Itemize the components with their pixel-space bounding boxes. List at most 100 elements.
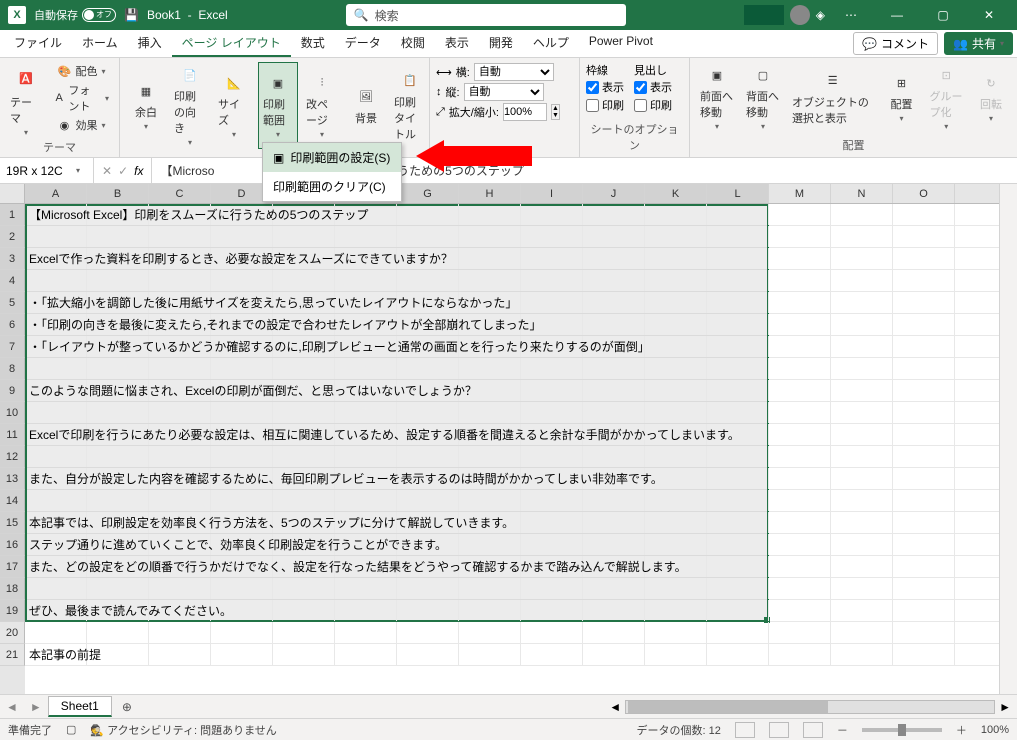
cell[interactable] [645, 204, 707, 225]
row-header[interactable]: 3 [0, 248, 25, 270]
cell[interactable]: また、自分が設定した内容を確認するために、毎回印刷プレビューを表示するのは時間が… [25, 468, 87, 489]
cell[interactable] [397, 402, 459, 423]
cell[interactable] [273, 270, 335, 291]
cell[interactable] [459, 578, 521, 599]
cell[interactable] [335, 490, 397, 511]
cell[interactable] [831, 490, 893, 511]
diamond-icon[interactable]: ◈ [816, 8, 825, 22]
cell[interactable] [335, 446, 397, 467]
cell[interactable] [893, 292, 955, 313]
cell[interactable]: 【Microsoft Excel】印刷をスムーズに行うための5つのステップ [25, 204, 87, 225]
selection-pane-button[interactable]: ☰オブジェクトの選択と表示 [788, 62, 878, 133]
cell[interactable] [521, 490, 583, 511]
cell[interactable] [25, 226, 87, 247]
cell[interactable] [769, 270, 831, 291]
scale-input[interactable] [503, 103, 547, 121]
cell[interactable] [149, 622, 211, 643]
background-button[interactable]: 🖼背景 [346, 62, 386, 149]
cell[interactable] [893, 380, 955, 401]
bring-forward-button[interactable]: ▣前面へ移動▾ [696, 62, 738, 133]
print-area-button[interactable]: ▣印刷範囲▾ [258, 62, 298, 149]
cell[interactable]: Excelで作った資料を印刷するとき、必要な設定をスムーズにできていますか？ [25, 248, 87, 269]
add-sheet-button[interactable]: ⊕ [112, 700, 142, 714]
cell[interactable] [211, 402, 273, 423]
col-header[interactable]: O [893, 184, 955, 203]
row-header[interactable]: 21 [0, 644, 25, 666]
headings-print-check[interactable]: 印刷 [634, 96, 672, 114]
cell[interactable] [831, 292, 893, 313]
cell[interactable] [707, 402, 769, 423]
cell[interactable] [645, 490, 707, 511]
cell[interactable] [831, 248, 893, 269]
cell[interactable] [87, 622, 149, 643]
row-header[interactable]: 2 [0, 226, 25, 248]
cell[interactable] [149, 270, 211, 291]
col-header[interactable]: I [521, 184, 583, 203]
cell[interactable] [273, 446, 335, 467]
cell[interactable]: ぜひ、最後まで読んでみてください。 [25, 600, 87, 621]
cell[interactable] [25, 358, 87, 379]
user-account[interactable] [744, 5, 784, 25]
cell[interactable] [583, 314, 645, 335]
accessibility-status[interactable]: 🕵 アクセシビリティ: 問題ありません [90, 722, 276, 738]
cell[interactable] [893, 424, 955, 445]
col-header[interactable]: H [459, 184, 521, 203]
cell[interactable] [893, 578, 955, 599]
page-break-view-button[interactable] [803, 722, 823, 738]
cell[interactable] [211, 226, 273, 247]
cell[interactable] [893, 600, 955, 621]
cell[interactable] [211, 622, 273, 643]
row-header[interactable]: 9 [0, 380, 25, 402]
name-box[interactable]: ▾ [0, 158, 94, 183]
avatar[interactable] [790, 5, 810, 25]
cell[interactable] [769, 314, 831, 335]
menu-tab-0[interactable]: ファイル [4, 30, 72, 57]
minimize-button[interactable]: — [877, 0, 917, 30]
scale-up[interactable]: ▲ [552, 105, 559, 112]
cell[interactable] [769, 644, 831, 665]
row-header[interactable]: 1 [0, 204, 25, 226]
cell[interactable] [893, 248, 955, 269]
headings-view-check[interactable]: 表示 [634, 78, 672, 96]
cell[interactable] [707, 556, 769, 577]
cell[interactable] [769, 248, 831, 269]
cell[interactable] [831, 314, 893, 335]
cell[interactable] [521, 644, 583, 665]
cell[interactable] [397, 600, 459, 621]
horizontal-scrollbar[interactable]: ◄ ► [142, 700, 1017, 714]
menu-tab-3[interactable]: ページ レイアウト [172, 30, 291, 57]
cell[interactable] [25, 402, 87, 423]
cell[interactable]: ・「印刷の向きを最後に変えたら,それまでの設定で合わせたレイアウトが全部崩れてし… [25, 314, 87, 335]
menu-tab-7[interactable]: 表示 [435, 30, 479, 57]
cell[interactable] [769, 226, 831, 247]
cell[interactable] [893, 556, 955, 577]
cell[interactable] [769, 402, 831, 423]
cell[interactable]: 本記事では、印刷設定を効率良く行う方法を、5つのステップに分けて解説していきます… [25, 512, 87, 533]
colors-button[interactable]: 🎨配色▾ [50, 62, 113, 80]
cell[interactable] [893, 512, 955, 533]
close-button[interactable]: ✕ [969, 0, 1009, 30]
cell[interactable] [459, 446, 521, 467]
cell[interactable] [87, 358, 149, 379]
cell[interactable] [459, 204, 521, 225]
normal-view-button[interactable] [735, 722, 755, 738]
cell[interactable] [707, 490, 769, 511]
cell[interactable] [397, 270, 459, 291]
cell[interactable] [459, 490, 521, 511]
cell[interactable] [583, 534, 645, 555]
cell[interactable] [397, 358, 459, 379]
cell[interactable] [273, 490, 335, 511]
cell[interactable] [831, 446, 893, 467]
cell[interactable] [521, 402, 583, 423]
cell[interactable] [397, 490, 459, 511]
height-select[interactable]: 自動 [464, 83, 544, 101]
cell[interactable] [645, 534, 707, 555]
cell[interactable] [831, 622, 893, 643]
menu-tab-10[interactable]: Power Pivot [579, 30, 663, 57]
gridlines-view-check[interactable]: 表示 [586, 78, 624, 96]
row-header[interactable]: 6 [0, 314, 25, 336]
cell[interactable] [335, 622, 397, 643]
cell[interactable] [893, 314, 955, 335]
cell[interactable] [831, 336, 893, 357]
col-header[interactable]: L [707, 184, 769, 203]
